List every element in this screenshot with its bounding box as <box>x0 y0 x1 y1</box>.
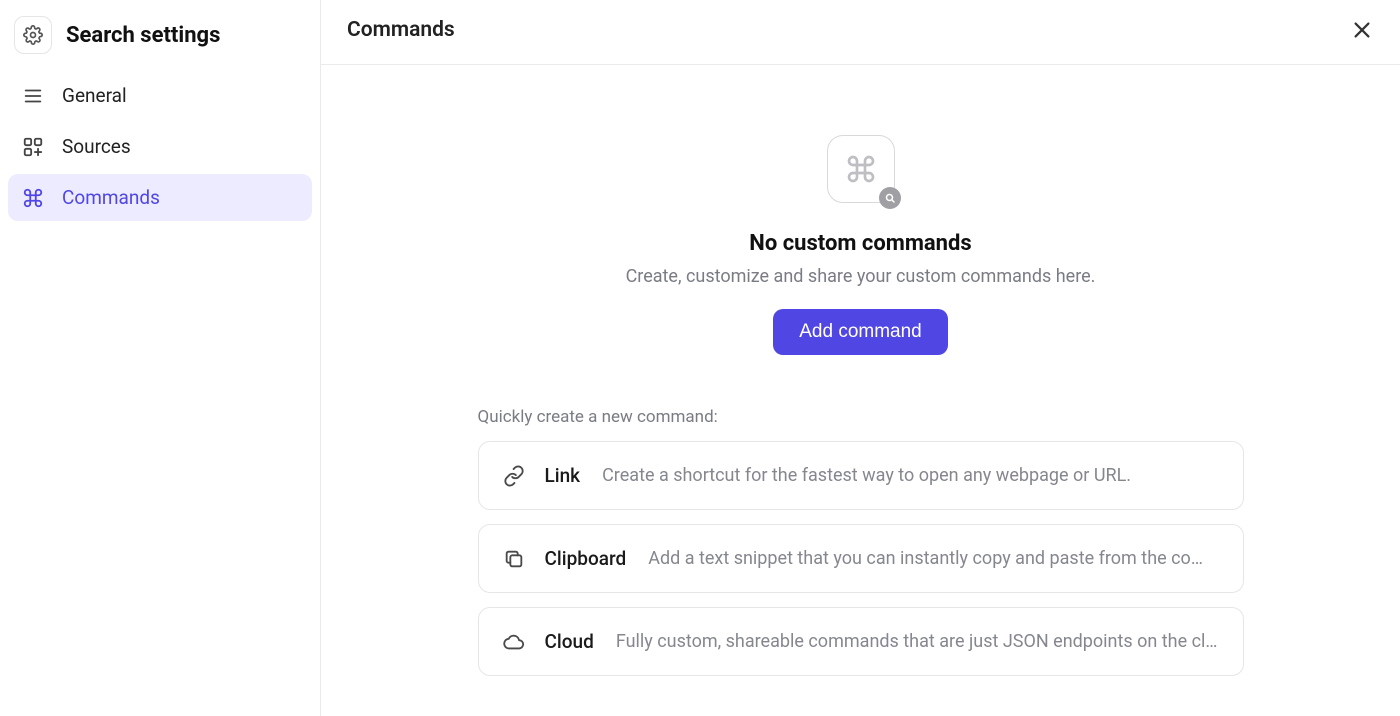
link-icon <box>503 465 525 487</box>
grid-add-icon <box>22 136 44 158</box>
sidebar-title: Search settings <box>66 23 220 48</box>
card-description: Add a text snippet that you can instantl… <box>648 548 1218 569</box>
page-title: Commands <box>347 18 455 42</box>
content-area: No custom commands Create, customize and… <box>321 65 1400 716</box>
main-header: Commands <box>321 0 1400 65</box>
quick-create-link[interactable]: Link Create a shortcut for the fastest w… <box>478 441 1244 510</box>
menu-icon <box>22 85 44 107</box>
sidebar-item-label: General <box>62 84 127 107</box>
card-description: Fully custom, shareable commands that ar… <box>616 631 1219 652</box>
empty-state-icon-wrap <box>827 135 895 203</box>
search-icon <box>884 192 896 204</box>
card-title: Clipboard <box>545 547 627 570</box>
cloud-icon <box>503 631 525 653</box>
clipboard-icon <box>503 548 525 570</box>
sidebar-nav: General Sources Commands <box>8 72 312 221</box>
quick-create-clipboard[interactable]: Clipboard Add a text snippet that you ca… <box>478 524 1244 593</box>
sidebar-item-label: Sources <box>62 135 131 158</box>
sidebar-item-general[interactable]: General <box>8 72 312 119</box>
empty-state-title: No custom commands <box>749 231 971 256</box>
quick-create-cloud[interactable]: Cloud Fully custom, shareable commands t… <box>478 607 1244 676</box>
settings-sidebar: Search settings General Sources Commands <box>0 0 320 716</box>
card-title: Link <box>545 464 581 487</box>
main-panel: Commands No custom commands Create, cust… <box>320 0 1400 716</box>
command-icon <box>22 187 44 209</box>
empty-state-badge <box>879 187 901 209</box>
settings-gear-button[interactable] <box>14 16 52 54</box>
command-icon <box>845 153 877 185</box>
gear-icon <box>23 25 43 45</box>
app-root: Search settings General Sources Commands <box>0 0 1400 716</box>
add-command-button[interactable]: Add command <box>773 309 948 355</box>
card-title: Cloud <box>545 630 594 653</box>
quick-create-section: Quickly create a new command: Link Creat… <box>478 407 1244 676</box>
close-icon <box>1351 19 1373 41</box>
sidebar-item-commands[interactable]: Commands <box>8 174 312 221</box>
sidebar-header: Search settings <box>8 10 312 72</box>
quick-create-cards: Link Create a shortcut for the fastest w… <box>478 441 1244 676</box>
sidebar-item-label: Commands <box>62 186 160 209</box>
empty-state-subtitle: Create, customize and share your custom … <box>626 266 1096 287</box>
sidebar-item-sources[interactable]: Sources <box>8 123 312 170</box>
close-button[interactable] <box>1346 14 1378 46</box>
quick-create-label: Quickly create a new command: <box>478 407 1244 427</box>
card-description: Create a shortcut for the fastest way to… <box>602 465 1218 486</box>
